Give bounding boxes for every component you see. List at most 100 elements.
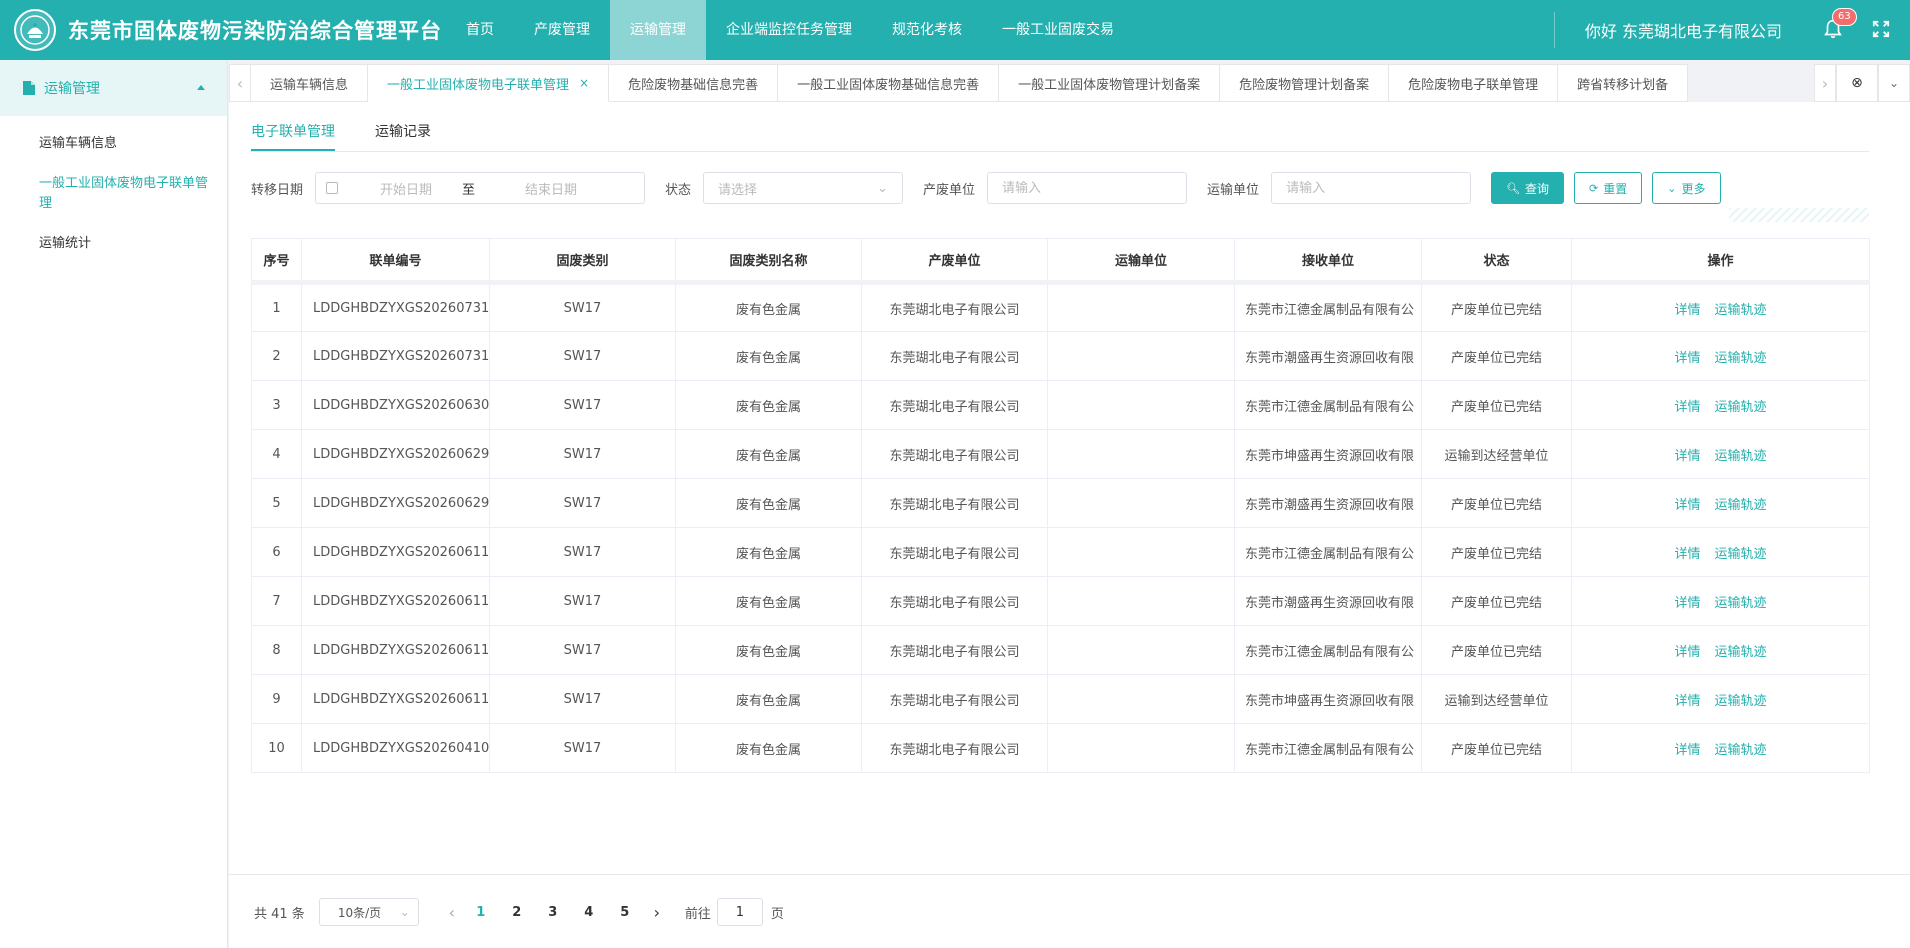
waste-category-name: 废有色金属 bbox=[675, 527, 862, 577]
nav-item-3[interactable]: 企业端监控任务管理 bbox=[706, 0, 872, 60]
producer-input[interactable] bbox=[987, 172, 1188, 204]
bell-icon[interactable]: 63 bbox=[1822, 8, 1857, 42]
status-text: 产废单位已完结 bbox=[1421, 478, 1572, 528]
search-icon: 🔍︎ bbox=[1506, 181, 1521, 195]
status-text: 产废单位已完结 bbox=[1421, 380, 1572, 430]
detail-link[interactable]: 详情 bbox=[1674, 400, 1700, 415]
document-icon bbox=[23, 81, 35, 95]
tab-scroll-right-icon[interactable]: › bbox=[1814, 64, 1836, 102]
prev-page-icon[interactable]: ‹ bbox=[445, 903, 459, 922]
transport-track-link[interactable]: 运输轨迹 bbox=[1715, 400, 1767, 415]
goto-suffix: 页 bbox=[770, 906, 784, 922]
table-row: 4 LDDGHBDZYXGS20260629 SW17 废有色金属 东莞瑚北电子有限公司… bbox=[251, 429, 1870, 479]
transport-track-link[interactable]: 运输轨迹 bbox=[1715, 351, 1767, 366]
transport-track-link[interactable]: 运输轨迹 bbox=[1715, 694, 1767, 709]
row-index: 6 bbox=[251, 527, 302, 577]
detail-link[interactable]: 详情 bbox=[1674, 547, 1700, 562]
transport-track-link[interactable]: 运输轨迹 bbox=[1715, 547, 1767, 562]
transporter-input[interactable] bbox=[1271, 172, 1472, 204]
detail-link[interactable]: 详情 bbox=[1674, 596, 1700, 611]
page-tabbar: ‹ 运输车辆信息 一般工业固体废物电子联单管理 × 危险废物基础信息完善 一般工业固体废… bbox=[229, 60, 1910, 102]
tab-label: 危险废物管理计划备案 bbox=[1239, 77, 1370, 93]
sidebar-item-transport-stats[interactable]: 运输统计 bbox=[0, 234, 227, 254]
waste-category: SW17 bbox=[489, 625, 676, 675]
nav-item-0[interactable]: 首页 bbox=[446, 0, 514, 60]
sidebar-group-transport[interactable]: 运输管理 bbox=[0, 60, 227, 116]
more-filters-button[interactable]: ⌄ 更多 bbox=[1652, 172, 1721, 204]
transport-unit bbox=[1047, 527, 1235, 577]
tab-4[interactable]: 一般工业固体废物管理计划备案 bbox=[999, 64, 1221, 102]
nav-item-4[interactable]: 规范化考核 bbox=[872, 0, 982, 60]
tab-1[interactable]: 一般工业固体废物电子联单管理 × bbox=[368, 64, 610, 102]
user-greeting[interactable]: 你好 东莞瑚北电子有限公司 bbox=[1585, 18, 1782, 42]
subtab-transport-records[interactable]: 运输记录 bbox=[375, 112, 431, 151]
column-header: 状态 bbox=[1421, 238, 1572, 285]
manifest-id: LDDGHBDZYXGS20260611 bbox=[301, 625, 490, 675]
transport-track-link[interactable]: 运输轨迹 bbox=[1715, 449, 1767, 464]
tab-5[interactable]: 危险废物管理计划备案 bbox=[1220, 64, 1390, 102]
waste-category-name: 废有色金属 bbox=[675, 331, 862, 381]
detail-link[interactable]: 详情 bbox=[1674, 449, 1700, 464]
refresh-icon: ⟳ bbox=[1589, 181, 1599, 195]
nav-item-2[interactable]: 运输管理 bbox=[610, 0, 706, 60]
pager-divider bbox=[229, 874, 1910, 875]
manifest-id: LDDGHBDZYXGS20260731 bbox=[301, 280, 490, 332]
more-button-label: 更多 bbox=[1681, 181, 1706, 196]
detail-link[interactable]: 详情 bbox=[1674, 645, 1700, 660]
tab-2[interactable]: 危险废物基础信息完善 bbox=[609, 64, 779, 102]
fullscreen-icon[interactable] bbox=[1872, 20, 1892, 40]
page-number[interactable]: 5 bbox=[607, 905, 643, 920]
tab-0[interactable]: 运输车辆信息 bbox=[251, 64, 369, 102]
transport-track-link[interactable]: 运输轨迹 bbox=[1715, 645, 1767, 660]
detail-link[interactable]: 详情 bbox=[1674, 498, 1700, 513]
receiver-unit: 东莞市江德金属制品有限有公 bbox=[1234, 280, 1422, 332]
nav-item-1[interactable]: 产废管理 bbox=[514, 0, 610, 60]
tab-6[interactable]: 危险废物电子联单管理 bbox=[1389, 64, 1559, 102]
detail-link[interactable]: 详情 bbox=[1674, 303, 1700, 318]
transport-track-link[interactable]: 运输轨迹 bbox=[1715, 596, 1767, 611]
end-date-placeholder[interactable]: 结束日期 bbox=[525, 179, 577, 198]
tab-label: 一般工业固体废物电子联单管理 bbox=[387, 77, 570, 93]
nav-item-5[interactable]: 一般工业固废交易 bbox=[982, 0, 1134, 60]
row-actions: 详情 运输轨迹 bbox=[1571, 380, 1870, 430]
waste-category: SW17 bbox=[489, 723, 676, 773]
page-size-select[interactable]: 10条/页 ⌄ bbox=[318, 898, 419, 926]
transport-track-link[interactable]: 运输轨迹 bbox=[1715, 743, 1767, 758]
status-select-placeholder: 请选择 bbox=[718, 182, 758, 198]
tab-3[interactable]: 一般工业固体废物基础信息完善 bbox=[778, 64, 1000, 102]
tab-scroll-left-icon[interactable]: ‹ bbox=[229, 64, 251, 102]
notification-badge: 63 bbox=[1832, 8, 1857, 26]
sidebar-item-manifest-management[interactable]: 一般工业固体废物电子联单管理 bbox=[0, 174, 227, 214]
tab-7[interactable]: 跨省转移计划备 bbox=[1558, 64, 1689, 102]
page-number[interactable]: 4 bbox=[571, 905, 607, 920]
detail-link[interactable]: 详情 bbox=[1674, 694, 1700, 709]
next-page-icon[interactable]: › bbox=[643, 903, 671, 922]
goto-page-input[interactable] bbox=[716, 898, 763, 926]
top-nav: 首页 产废管理 运输管理 企业端监控任务管理 规范化考核 一般工业固废交易 bbox=[446, 0, 1134, 60]
date-range-picker[interactable]: 开始日期 至 结束日期 bbox=[315, 172, 646, 204]
status-text: 产废单位已完结 bbox=[1421, 625, 1572, 675]
detail-link[interactable]: 详情 bbox=[1674, 743, 1700, 758]
sidebar-item-vehicle-info[interactable]: 运输车辆信息 bbox=[0, 134, 227, 154]
producer-unit: 东莞瑚北电子有限公司 bbox=[861, 429, 1048, 479]
status-select[interactable]: 请选择 ⌄ bbox=[703, 172, 904, 204]
subtab-manifest[interactable]: 电子联单管理 bbox=[251, 112, 335, 151]
transport-track-link[interactable]: 运输轨迹 bbox=[1715, 498, 1767, 513]
page-number[interactable]: 3 bbox=[535, 905, 571, 920]
reset-button[interactable]: ⟳ 重置 bbox=[1574, 172, 1643, 204]
transport-unit bbox=[1047, 331, 1235, 381]
transport-unit bbox=[1047, 723, 1235, 773]
transport-track-link[interactable]: 运输轨迹 bbox=[1715, 303, 1767, 318]
page-number[interactable]: 1 bbox=[463, 905, 499, 920]
page-number[interactable]: 2 bbox=[499, 905, 535, 920]
detail-link[interactable]: 详情 bbox=[1674, 351, 1700, 366]
sidebar-group-label: 运输管理 bbox=[44, 81, 100, 97]
search-button-label: 查询 bbox=[1525, 181, 1550, 196]
tab-menu-chevron-down-icon[interactable]: ⌄ bbox=[1878, 64, 1910, 102]
start-date-placeholder[interactable]: 开始日期 bbox=[380, 179, 432, 198]
table-row: 9 LDDGHBDZYXGS20260611 SW17 废有色金属 东莞瑚北电子有限公司… bbox=[251, 674, 1870, 724]
close-all-tabs-icon[interactable]: ⊗ bbox=[1836, 64, 1878, 102]
close-tab-icon[interactable]: × bbox=[579, 76, 589, 90]
page-numbers: 12345 bbox=[463, 905, 643, 920]
search-button[interactable]: 🔍︎ 查询 bbox=[1491, 172, 1565, 204]
